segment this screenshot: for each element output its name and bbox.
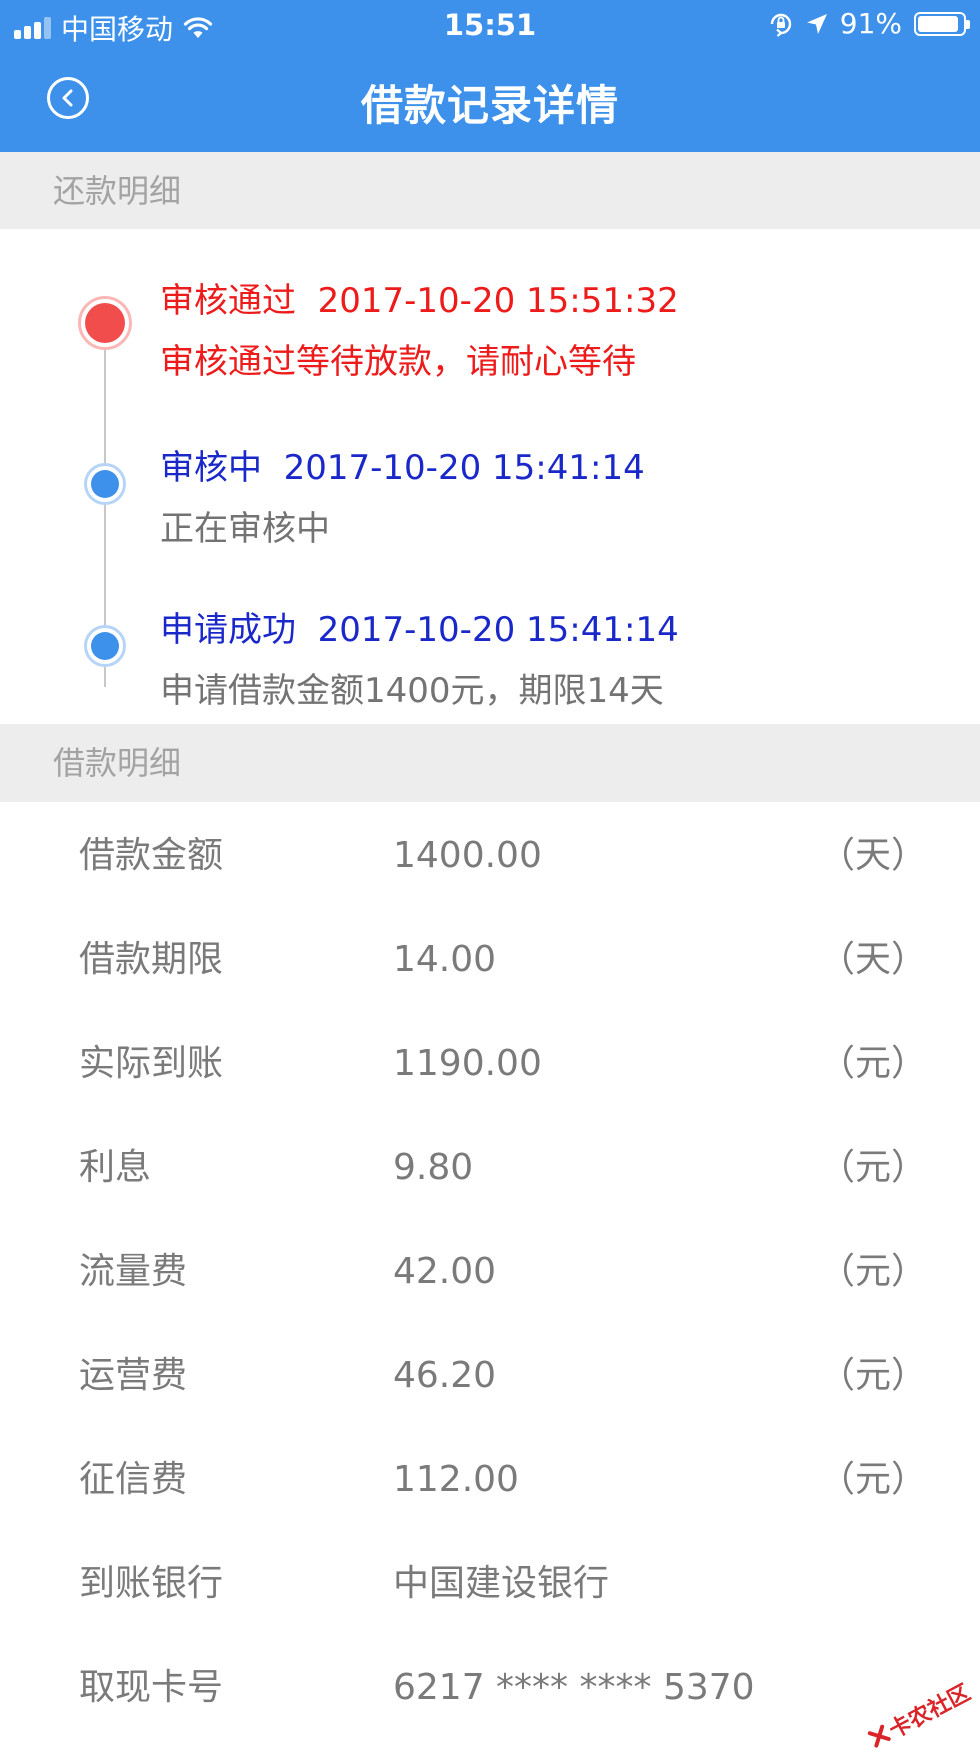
detail-unit: （元） (818, 1459, 927, 1500)
detail-unit: （元） (818, 1251, 927, 1292)
location-arrow-icon (806, 13, 827, 34)
detail-row-loan-amount: 借款金额 1400.00 （天） (0, 804, 980, 908)
detail-value: 中国建设银行 (393, 1563, 610, 1604)
detail-label: 运营费 (79, 1355, 188, 1396)
timeline-desc: 申请借款金额1400元，期限14天 (160, 671, 664, 711)
detail-value: 6217 **** **** 5370 (393, 1667, 755, 1708)
battery-percent: 91% (839, 7, 902, 40)
timeline-item-applied-heading: 申请成功 2017-10-20 15:41:14 (160, 602, 679, 651)
timeline-time: 2017-10-20 15:41:14 (317, 610, 679, 650)
detail-label: 利息 (79, 1147, 152, 1188)
detail-unit: （天） (818, 939, 927, 980)
detail-row-actual-received: 实际到账 1190.00 （元） (0, 1012, 980, 1116)
timeline-dot-applied (84, 625, 126, 667)
status-bar: 中国移动 15:51 91% (0, 0, 980, 50)
loan-section-header: 借款明细 (0, 724, 980, 802)
repayment-section-title: 还款明细 (53, 172, 182, 210)
timeline-dot-reviewing (84, 463, 126, 505)
timeline-desc: 正在审核中 (160, 509, 330, 549)
detail-row-traffic-fee: 流量费 42.00 （元） (0, 1220, 980, 1324)
detail-value: 46.20 (393, 1355, 497, 1396)
timeline-dot-approved (78, 296, 132, 350)
detail-value: 14.00 (393, 939, 497, 980)
detail-label: 流量费 (79, 1251, 188, 1292)
detail-label: 到账银行 (79, 1563, 224, 1604)
detail-unit: （天） (818, 835, 927, 876)
timeline-status: 审核中 (160, 448, 262, 488)
timeline-item-reviewing-heading: 审核中 2017-10-20 15:41:14 (160, 440, 645, 489)
battery-icon (914, 11, 970, 36)
detail-row-card-number: 取现卡号 6217 **** **** 5370 (0, 1636, 980, 1740)
battery-level (918, 15, 959, 32)
page-title: 借款记录详情 (360, 81, 619, 130)
detail-label: 借款金额 (79, 835, 224, 876)
detail-value: 1400.00 (393, 835, 542, 876)
detail-row-loan-term: 借款期限 14.00 （天） (0, 908, 980, 1012)
detail-value: 1190.00 (393, 1043, 542, 1084)
detail-unit: （元） (818, 1147, 927, 1188)
detail-value: 112.00 (393, 1459, 519, 1500)
app-header: 中国移动 15:51 91% 借款记录详情 (0, 0, 980, 152)
status-right: 91% (768, 7, 970, 40)
detail-unit: （元） (818, 1355, 927, 1396)
loan-section-title: 借款明细 (53, 744, 182, 782)
detail-value: 9.80 (393, 1147, 474, 1188)
status-timeline: 审核通过 2017-10-20 15:51:32 审核通过等待放款，请耐心等待 … (0, 229, 980, 724)
detail-value: 42.00 (393, 1251, 497, 1292)
detail-label: 实际到账 (79, 1043, 224, 1084)
timeline-time: 2017-10-20 15:51:32 (317, 281, 679, 321)
timeline-time: 2017-10-20 15:41:14 (283, 448, 645, 488)
rotation-lock-icon (770, 13, 791, 37)
detail-row-operation-fee: 运营费 46.20 （元） (0, 1324, 980, 1428)
detail-unit: （元） (818, 1043, 927, 1084)
timeline-desc: 审核通过等待放款，请耐心等待 (160, 342, 636, 382)
repayment-section-header: 还款明细 (0, 152, 980, 230)
timeline-status: 申请成功 (160, 610, 296, 650)
detail-label: 借款期限 (79, 939, 224, 980)
detail-row-interest: 利息 9.80 （元） (0, 1116, 980, 1220)
timeline-item-approved-heading: 审核通过 2017-10-20 15:51:32 (160, 273, 679, 322)
timeline-status: 审核通过 (160, 281, 296, 321)
detail-label: 取现卡号 (79, 1667, 224, 1708)
detail-row-credit-fee: 征信费 112.00 （元） (0, 1428, 980, 1532)
detail-row-receiving-bank: 到账银行 中国建设银行 (0, 1532, 980, 1636)
detail-label: 征信费 (79, 1459, 188, 1500)
